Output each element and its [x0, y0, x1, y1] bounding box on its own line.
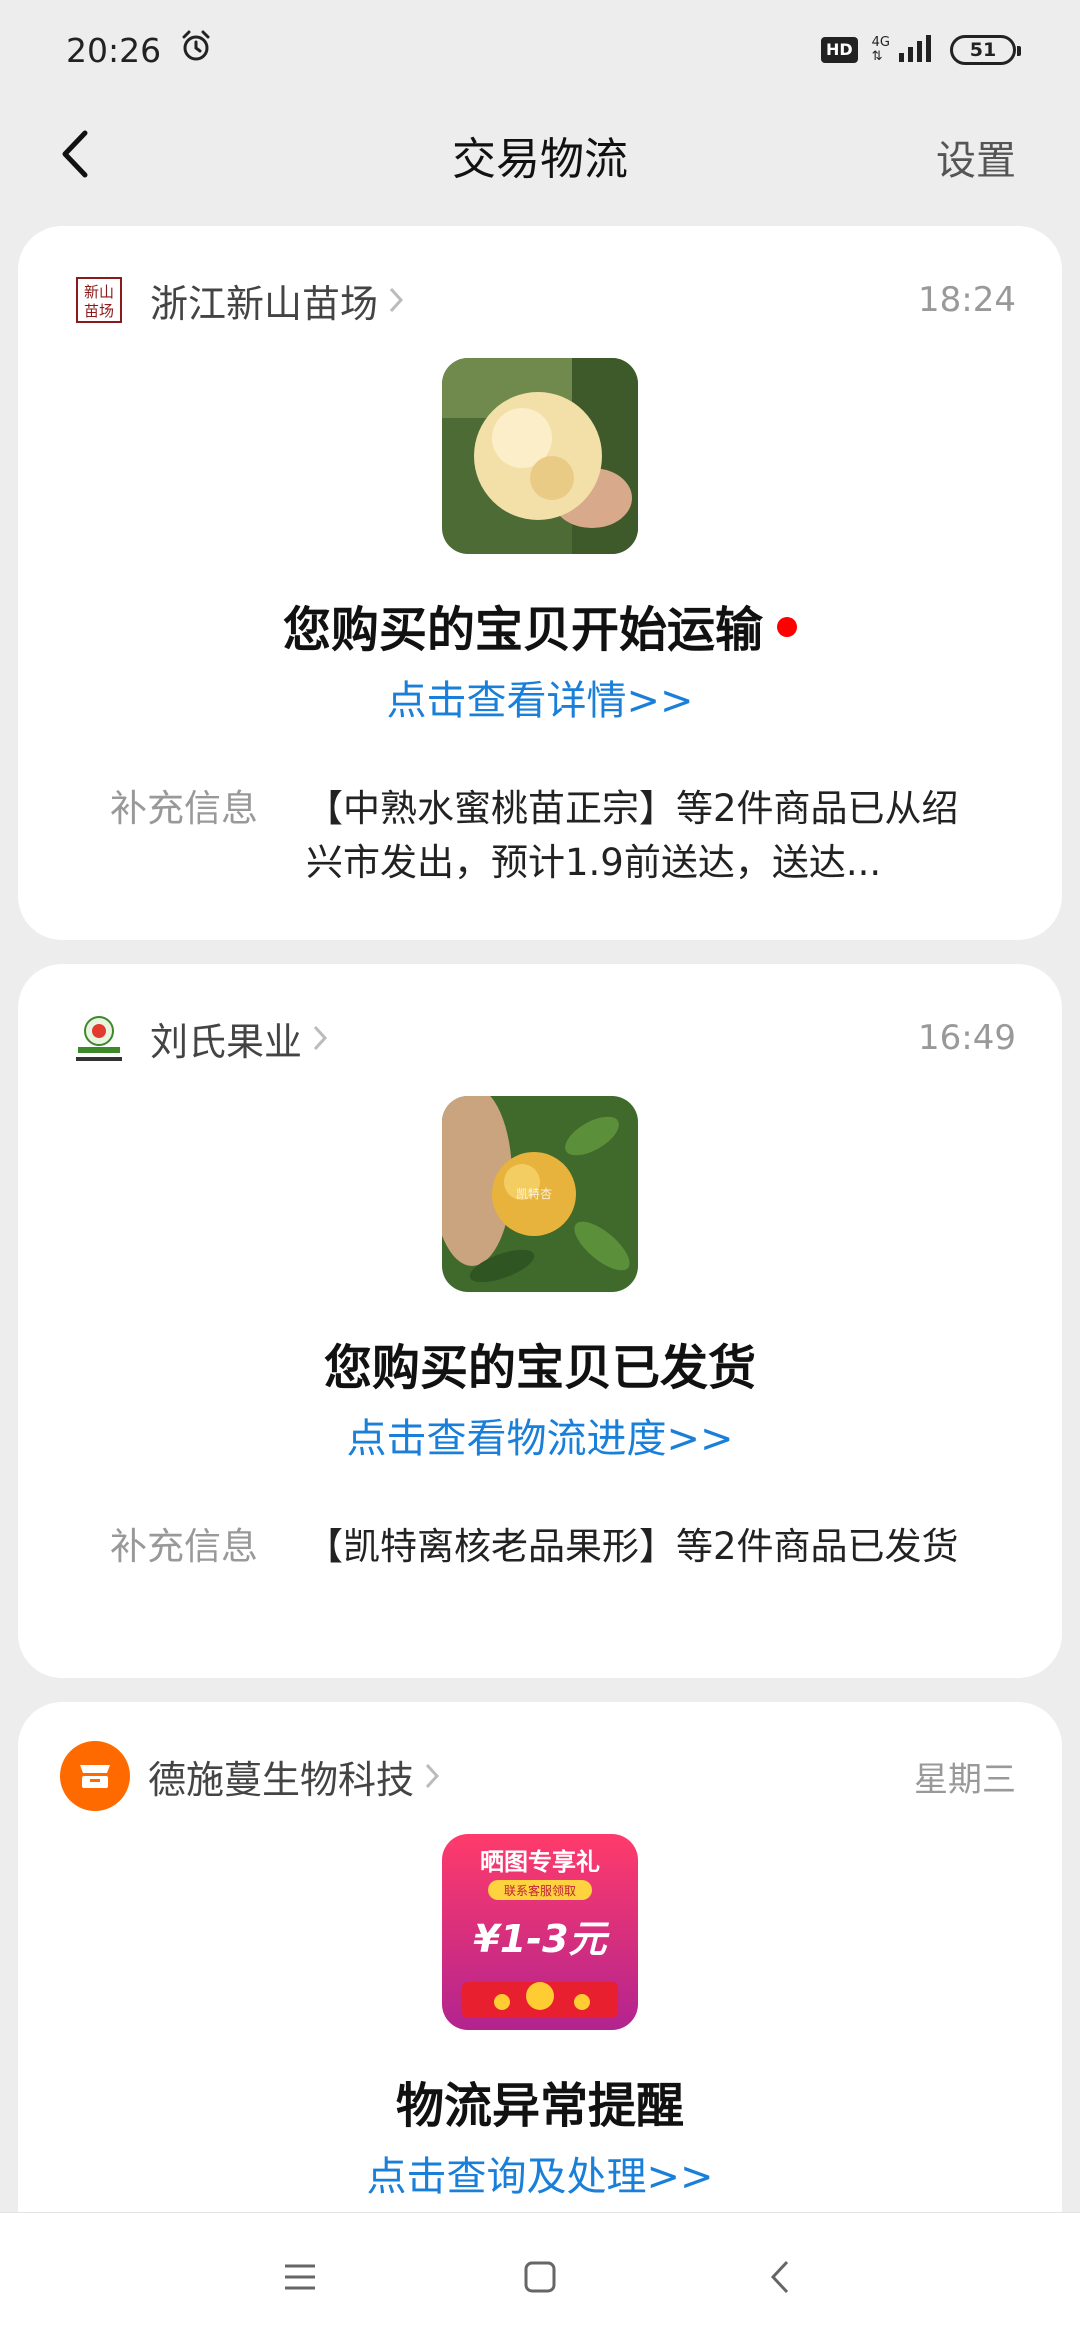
info-text: 【凯特离核老品果形】等2件商品已发货	[306, 1525, 959, 1568]
info-row: 补充信息 【中熟水蜜桃苗正宗】等2件商品已从绍兴市发出，预计1.9前送达，送达.…	[110, 782, 966, 890]
info-text: 【中熟水蜜桃苗正宗】等2件商品已从绍兴市发出，预计1.9前送达，送达...	[306, 787, 959, 884]
view-logistics-link[interactable]: 点击查看物流进度>>	[18, 1406, 1062, 1464]
card-header: 新山 苗场 浙江新山苗场 18:24	[72, 270, 1016, 330]
back-triangle-icon	[770, 2260, 789, 2293]
message-card[interactable]: 刘氏果业 16:49 凯特杏 您购买的宝贝已发货 点击查看物流进度>> 补充信息…	[18, 964, 1062, 1678]
card-header: 德施蔓生物科技 星期三	[60, 1741, 1016, 1811]
page-title: 交易物流	[452, 134, 628, 185]
chevron-right-icon	[424, 1762, 440, 1790]
promo-amount: ¥1-3元	[473, 1917, 610, 1961]
back-button[interactable]	[44, 124, 104, 184]
top-app-bar: 交易物流 设置	[0, 100, 1080, 210]
svg-text:苗场: 苗场	[84, 302, 114, 320]
data-arrows-icon: ⇅	[871, 49, 883, 64]
signal-icon	[898, 33, 936, 67]
message-card[interactable]: 新山 苗场 浙江新山苗场 18:24 您购买的宝贝开始运输 点击查看详情>> 补…	[18, 226, 1062, 940]
promo-thumbnail[interactable]: 晒图专享礼 联系客服领取 ¥1-3元	[442, 1834, 638, 2030]
menu-icon	[285, 2264, 315, 2289]
shop-logo[interactable]	[72, 1011, 126, 1065]
chevron-left-icon	[62, 130, 88, 178]
product-thumbnail[interactable]: 凯特杏	[442, 1096, 638, 1292]
info-label: 补充信息	[110, 1525, 258, 1568]
card-header: 刘氏果业 16:49	[72, 1008, 1016, 1068]
shop-logo[interactable]	[60, 1741, 130, 1811]
promo-subline: 联系客服领取	[504, 1883, 576, 1898]
svg-text:新山: 新山	[84, 283, 114, 301]
message-card[interactable]: 德施蔓生物科技 星期三 晒图专享礼 联系客服领取 ¥1-3元 物流异常提醒 点击…	[18, 1702, 1062, 2262]
shop-name[interactable]: 德施蔓生物科技	[148, 1749, 414, 1804]
chevron-right-icon	[388, 286, 404, 314]
shop-name[interactable]: 刘氏果业	[150, 1011, 302, 1066]
alarm-clock-icon	[179, 29, 213, 71]
home-button[interactable]	[510, 2247, 570, 2307]
shop-name[interactable]: 浙江新山苗场	[150, 273, 378, 328]
home-square-icon	[524, 2261, 556, 2292]
message-title-text: 您购买的宝贝开始运输	[282, 602, 763, 658]
product-thumbnail[interactable]	[442, 358, 638, 554]
info-label: 补充信息	[110, 787, 258, 830]
message-time: 星期三	[914, 1759, 1016, 1800]
system-back-button[interactable]	[750, 2247, 810, 2307]
status-bar: 20:26 HD 4G ⇅ 51	[0, 0, 1080, 100]
query-handle-link[interactable]: 点击查询及处理>>	[18, 2144, 1062, 2202]
network-type: 4G	[871, 35, 890, 50]
shop-logo[interactable]: 新山 苗场	[72, 273, 126, 327]
info-row: 补充信息 【凯特离核老品果形】等2件商品已发货	[110, 1520, 966, 1574]
message-title: 您购买的宝贝开始运输	[18, 590, 1062, 660]
chevron-right-icon	[312, 1024, 328, 1052]
battery-level: 51	[969, 39, 997, 61]
message-time: 16:49	[918, 1018, 1016, 1058]
view-details-link[interactable]: 点击查看详情>>	[18, 668, 1062, 726]
unread-dot	[777, 617, 797, 637]
hd-badge: HD	[820, 37, 858, 63]
message-title: 您购买的宝贝已发货	[323, 1340, 756, 1396]
thumb-watermark: 凯特杏	[516, 1186, 552, 1201]
message-title: 物流异常提醒	[395, 2078, 684, 2134]
battery-icon: 51	[950, 35, 1021, 65]
settings-button[interactable]: 设置	[936, 128, 1016, 186]
system-nav-bar	[0, 2212, 1080, 2340]
menu-button[interactable]	[270, 2247, 330, 2307]
network-indicator: 4G ⇅	[872, 36, 890, 64]
message-time: 18:24	[918, 280, 1016, 320]
promo-headline: 晒图专享礼	[480, 1848, 600, 1876]
status-time: 20:26	[66, 30, 162, 70]
